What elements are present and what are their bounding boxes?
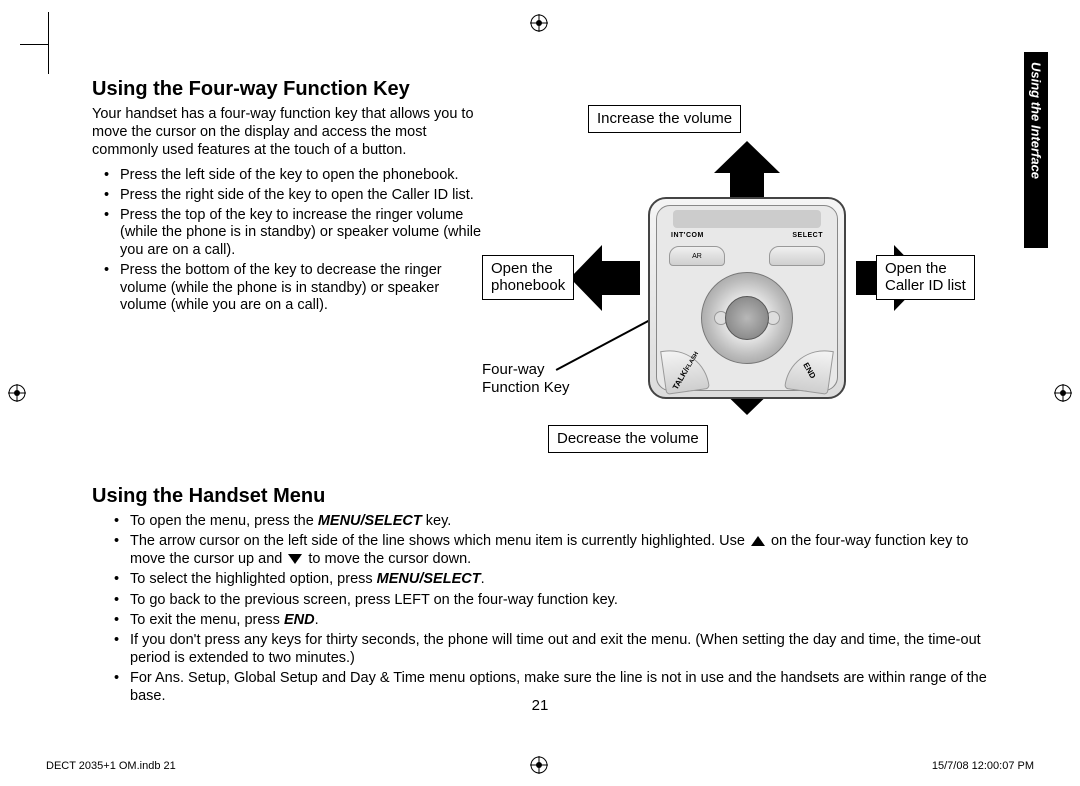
page-content: Using the Four-way Function Key Your han… <box>92 78 988 726</box>
list-item: Press the top of the key to increase the… <box>110 207 482 260</box>
callout-increase-volume: Increase the volume <box>588 105 741 133</box>
print-footer: DECT 2035+1 OM.indb 21 15/7/08 12:00:07 … <box>46 760 1034 772</box>
key-diagram: Increase the volume Open the phonebook O… <box>498 105 988 465</box>
section-tab: Using the Interface <box>1024 52 1048 248</box>
section-title-1: Using the Four-way Function Key <box>92 78 988 101</box>
soft-label-select: SELECT <box>792 232 823 239</box>
list-item: Press the right side of the key to open … <box>110 187 482 205</box>
up-triangle-icon <box>751 536 765 546</box>
softkey-right <box>769 246 825 266</box>
softkey-left: AR <box>669 246 725 266</box>
callout-four-way-key: Four-way Function Key <box>482 361 570 397</box>
list-item: To go back to the previous screen, press… <box>120 591 988 609</box>
handset-illustration: INT'COM SELECT AR TALK/FLASH <box>648 197 846 399</box>
talk-flash-button: TALK/FLASH <box>660 345 710 395</box>
section-1-text: Your handset has a four-way function key… <box>92 105 482 317</box>
registration-mark-icon <box>1054 384 1072 402</box>
list-item: To select the highlighted option, press … <box>120 570 988 588</box>
four-way-key-ring <box>701 272 793 364</box>
soft-label-intcom: INT'COM <box>671 232 704 239</box>
page-number: 21 <box>92 697 988 714</box>
callout-decrease-volume: Decrease the volume <box>548 425 708 453</box>
section-title-2: Using the Handset Menu <box>92 485 988 508</box>
list-item: If you don't press any keys for thirty s… <box>120 631 988 667</box>
end-button: END <box>784 345 834 395</box>
down-triangle-icon <box>288 554 302 564</box>
four-way-key-center <box>725 296 769 340</box>
arrow-left-icon <box>598 261 640 295</box>
list-item: To open the menu, press the MENU/SELECT … <box>120 512 988 530</box>
intro-paragraph: Your handset has a four-way function key… <box>92 105 482 159</box>
list-item: The arrow cursor on the left side of the… <box>120 532 988 568</box>
list-item: Press the bottom of the key to decrease … <box>110 262 482 315</box>
callout-open-caller-id: Open the Caller ID list <box>876 255 975 300</box>
crop-mark <box>48 12 49 74</box>
callout-open-phonebook: Open the phonebook <box>482 255 574 300</box>
footer-file: DECT 2035+1 OM.indb 21 <box>46 760 176 772</box>
list-item: Press the left side of the key to open t… <box>110 167 482 185</box>
registration-mark-icon <box>530 14 548 32</box>
footer-timestamp: 15/7/08 12:00:07 PM <box>932 760 1034 772</box>
registration-mark-icon <box>8 384 26 402</box>
list-item: To exit the menu, press END. <box>120 611 988 629</box>
crop-mark <box>20 44 48 45</box>
